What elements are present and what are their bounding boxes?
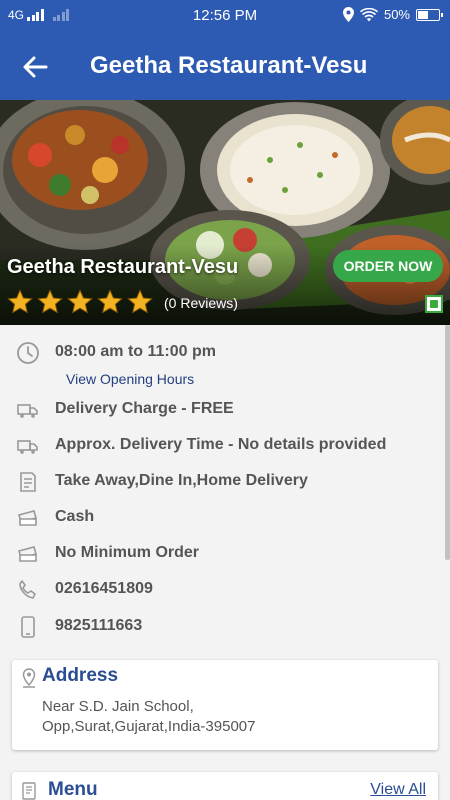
- page-title: Geetha Restaurant-Vesu: [90, 52, 368, 79]
- star-icon: [67, 289, 93, 314]
- wifi-icon: [359, 7, 378, 21]
- location-icon: [342, 7, 354, 22]
- restaurant-hero: Geetha Restaurant-Vesu (0 Reviews): [0, 100, 450, 325]
- address-line-1: Near S.D. Jain School,: [42, 698, 194, 715]
- battery-percent: 50%: [383, 7, 410, 22]
- phone-row[interactable]: 02616451809: [0, 572, 440, 608]
- menu-title: Menu: [48, 779, 98, 800]
- back-button[interactable]: [18, 51, 52, 83]
- address-line-2: Opp,Surat,Gujarat,India-395007: [42, 718, 256, 735]
- arrow-left-icon: [23, 56, 48, 78]
- payment-method: Cash: [55, 508, 95, 525]
- minimum-order: No Minimum Order: [55, 544, 200, 561]
- review-count[interactable]: (0 Reviews): [164, 295, 238, 311]
- opening-hours: 08:00 am to 11:00 pm: [55, 343, 216, 360]
- phone-number[interactable]: 02616451809: [55, 580, 153, 598]
- veg-icon: [425, 295, 443, 313]
- services-row: Take Away,Dine In,Home Delivery: [0, 464, 440, 500]
- restaurant-name: Geetha Restaurant-Vesu: [7, 256, 239, 278]
- delivery-time: Approx. Delivery Time - No details provi…: [55, 436, 387, 453]
- opening-hours-row: 08:00 am to 11:00 pm: [0, 335, 440, 371]
- cash-icon: [18, 546, 37, 562]
- star-icon: [97, 289, 123, 314]
- view-all-menu-link[interactable]: View All: [370, 781, 426, 799]
- cash-icon: [18, 510, 37, 526]
- view-opening-hours-link[interactable]: View Opening Hours: [66, 371, 194, 387]
- app-bar: Geetha Restaurant-Vesu: [0, 34, 450, 100]
- mobile-phone-icon: [21, 616, 35, 638]
- phone-icon: [19, 580, 36, 599]
- location-pin-icon: [22, 668, 36, 688]
- delivery-truck-icon: [17, 404, 38, 418]
- min-order-row: No Minimum Order: [0, 536, 440, 572]
- system-icons: 50%: [342, 7, 443, 22]
- mobile-number[interactable]: 9825111663: [55, 617, 142, 635]
- payment-row: Cash: [0, 500, 440, 536]
- status-bar: 4G 12:56 PM 50%: [0, 0, 450, 34]
- receipt-icon: [20, 472, 36, 492]
- delivery-charge: Delivery Charge - FREE: [55, 400, 234, 417]
- address-card: Address Near S.D. Jain School, Opp,Surat…: [12, 660, 438, 750]
- order-now-button[interactable]: ORDER NOW: [333, 250, 443, 282]
- star-icon: [127, 289, 153, 314]
- delivery-time-row: Approx. Delivery Time - No details provi…: [0, 428, 440, 464]
- rating-stars: [6, 288, 154, 316]
- scrollbar[interactable]: [445, 325, 450, 560]
- menu-card: Menu View All: [12, 772, 438, 800]
- star-icon: [37, 289, 63, 314]
- delivery-truck-icon: [17, 440, 38, 454]
- address-title: Address: [42, 665, 119, 686]
- service-types: Take Away,Dine In,Home Delivery: [55, 472, 308, 489]
- delivery-charge-row: Delivery Charge - FREE: [0, 392, 440, 428]
- menu-book-icon: [22, 782, 36, 800]
- mobile-row[interactable]: 9825111663: [0, 609, 440, 645]
- star-icon: [7, 289, 33, 314]
- clock-icon: [17, 342, 39, 364]
- battery-icon: [416, 8, 443, 21]
